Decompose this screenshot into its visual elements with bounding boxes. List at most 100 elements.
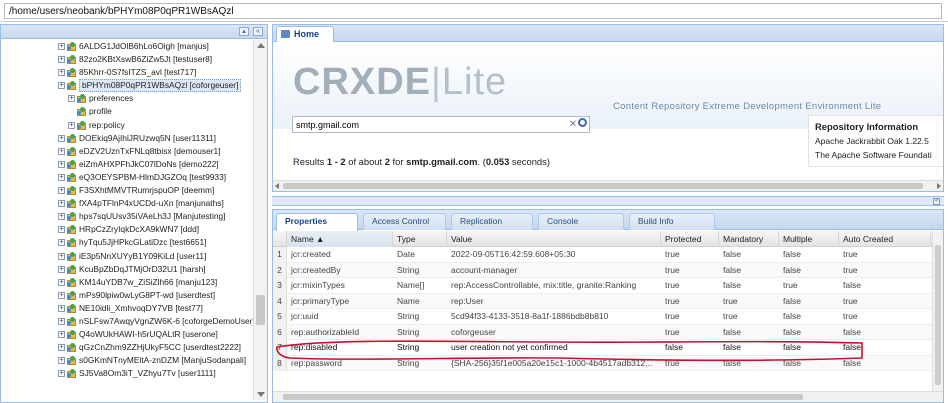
tab-home[interactable]: Home: [276, 26, 334, 42]
clear-x-icon[interactable]: ✕: [569, 119, 577, 130]
tree-node[interactable]: + nSLFsw7AwqyVgnZW6K-6 [coforgeDemoUser]: [1, 315, 253, 328]
tab-console[interactable]: Console: [538, 213, 624, 230]
expand-plus-icon[interactable]: +: [58, 278, 65, 286]
expand-plus-icon[interactable]: +: [58, 69, 65, 77]
table-row[interactable]: 4 jcr:primaryType Name rep:User true true fals…: [273, 293, 943, 309]
table-row[interactable]: 3 jcr:mixinTypes Name[] rep:AccessControlla…: [273, 278, 943, 294]
expand-plus-icon[interactable]: +: [58, 43, 65, 50]
tree-node[interactable]: + rep:policy: [1, 119, 253, 132]
tree-node[interactable]: profile: [1, 105, 253, 118]
tree-node[interactable]: + qGzCnZhm9ZZHjUkyF5CC [userdtest2222]: [1, 341, 253, 354]
tree-node[interactable]: + fXA4pTFlnP4xUCDd-uXn [manjunaths]: [1, 197, 253, 210]
column-header-name[interactable]: Name ▲: [287, 231, 393, 247]
double-chevron-left-icon[interactable]: «: [253, 27, 263, 36]
expand-plus-icon[interactable]: +: [58, 304, 65, 312]
grid-horizontal-scrollbar[interactable]: [273, 391, 943, 402]
search-icon[interactable]: [578, 118, 587, 127]
tree-node[interactable]: +82zo2KBtXswB6ZiZw5Jt [testuser8]: [1, 53, 253, 66]
tree-node[interactable]: + KM14uYDB7w_ZiSiZlh66 [manju123]: [1, 276, 253, 289]
table-row[interactable]: 5 jcr:uuid String 5cd94f33-4133-3518-8a1f-1…: [273, 309, 943, 325]
collapse-icon[interactable]: «: [933, 198, 940, 205]
property-multiple: false: [783, 249, 801, 259]
tree-node[interactable]: + eDZV2UznTxFNLq8tbisx [demouser1]: [1, 145, 253, 158]
expand-plus-icon[interactable]: +: [58, 357, 65, 365]
tree-node[interactable]: + HRpCzZryIqkDcXA9kWN7 [ddd]: [1, 223, 253, 236]
expand-plus-icon[interactable]: +: [58, 173, 65, 181]
tree-node[interactable]: + eiZmAHXPFhJkC07lDoNs [demo222]: [1, 158, 253, 171]
tree-node[interactable]: + eQ3OEYSPBM-HlmDJGZOq [test9933]: [1, 171, 253, 184]
expand-plus-icon[interactable]: +: [58, 344, 65, 352]
search-input[interactable]: [293, 117, 563, 132]
scroll-thumb[interactable]: [256, 295, 265, 325]
expand-plus-icon[interactable]: +: [58, 200, 65, 208]
tree-vertical-scrollbar[interactable]: [253, 40, 267, 400]
tab-properties[interactable]: Properties: [276, 213, 358, 231]
tab-build-info[interactable]: Build Info: [629, 213, 715, 230]
tree-node[interactable]: + Q4oWUkHAWI-h5rUQALtR [userone]: [1, 328, 253, 341]
tree-node[interactable]: +6ALDG1JdOlB6hLo6Oigh [manjus]: [1, 40, 253, 53]
user-node-icon: [67, 212, 77, 222]
table-row[interactable]: 1 jcr:created Date 2022-09-05T16:42:59.608+…: [273, 247, 943, 263]
expand-plus-icon[interactable]: +: [58, 82, 65, 90]
tree-node[interactable]: + bPHYm08P0qPR1WBsAQzl [coforgeuser]: [1, 79, 253, 93]
tree-node[interactable]: + DOEkiq9AjIhlJRUzwq5N [user11311]: [1, 132, 253, 145]
scroll-right-icon[interactable]: [937, 183, 941, 189]
path-input[interactable]: [4, 3, 942, 19]
scroll-thumb[interactable]: [283, 394, 803, 400]
expand-plus-icon[interactable]: +: [68, 95, 75, 103]
expand-plus-icon[interactable]: +: [58, 317, 65, 325]
scroll-thumb[interactable]: [283, 183, 923, 189]
expand-plus-icon[interactable]: +: [58, 160, 65, 168]
expand-plus-icon[interactable]: +: [58, 187, 65, 195]
tree-node[interactable]: + SJ5Va8Om3iT_VZhyu7Tv [user1111]: [1, 367, 253, 380]
property-auto-created: true: [843, 249, 858, 259]
tab-replication[interactable]: Replication: [451, 213, 533, 230]
tree-node[interactable]: + hps7sqUUsv35iVAeLh3J [Manjutesting]: [1, 210, 253, 223]
column-header-multiple[interactable]: Multiple: [779, 231, 839, 247]
expand-plus-icon[interactable]: +: [58, 370, 65, 378]
expand-plus-icon[interactable]: +: [58, 147, 65, 155]
tree-icon[interactable]: ▴: [239, 27, 249, 36]
column-header-auto[interactable]: Auto Created: [839, 231, 931, 247]
expand-plus-icon[interactable]: +: [58, 213, 65, 221]
scroll-left-icon[interactable]: [275, 183, 279, 189]
home-icon: [281, 30, 290, 38]
tree-node[interactable]: + s0GKmNTnyMEltA-znDZM [ManjuSodanpali]: [1, 354, 253, 367]
table-row[interactable]: 2 jcr:createdBy String account-manager true f…: [273, 262, 943, 278]
table-row[interactable]: 7 rep:disabled String user creation not yet…: [273, 340, 943, 356]
column-header-protected[interactable]: Protected: [661, 231, 719, 247]
tree-node[interactable]: + iE3p5NnXUYyB1Y09KiLd [user11]: [1, 250, 253, 263]
expand-plus-icon[interactable]: +: [68, 121, 75, 129]
expand-plus-icon[interactable]: +: [58, 252, 65, 260]
home-horizontal-scrollbar[interactable]: [273, 180, 943, 191]
expand-plus-icon[interactable]: +: [58, 331, 65, 339]
column-header-rownum[interactable]: [273, 231, 287, 247]
panel-splitter[interactable]: «: [272, 196, 944, 206]
expand-plus-icon[interactable]: +: [58, 291, 65, 299]
property-type: Name[]: [397, 280, 425, 290]
table-row[interactable]: 6 rep:authorizableId String coforgeuser true…: [273, 324, 943, 340]
tree-node[interactable]: + F3SXhtMMVTRumrjspuOP [deemm]: [1, 184, 253, 197]
tree-node[interactable]: + preferences: [1, 92, 253, 105]
tab-access-control[interactable]: Access Control: [363, 213, 446, 230]
scroll-up-icon[interactable]: [257, 43, 265, 48]
tree-node-label: F3SXhtMMVTRumrjspuOP [deemm]: [79, 185, 215, 196]
tree-node[interactable]: + mPs90lpiw0wLyG8PT-wd [userdtest]: [1, 289, 253, 302]
scroll-down-icon[interactable]: [257, 392, 265, 397]
table-row[interactable]: 8 rep:password String {SHA-256}35f1e005a20e…: [273, 355, 943, 371]
expand-plus-icon[interactable]: +: [58, 239, 65, 247]
column-header-value[interactable]: Value: [447, 231, 661, 247]
user-node-icon: [67, 159, 77, 169]
expand-plus-icon[interactable]: +: [58, 134, 65, 142]
expand-plus-icon[interactable]: +: [58, 226, 65, 234]
column-header-mandatory[interactable]: Mandatory: [719, 231, 779, 247]
tree-node[interactable]: + NE10idli_XmhvoqDY7VB [test77]: [1, 302, 253, 315]
scroll-thumb[interactable]: [935, 245, 941, 385]
expand-plus-icon[interactable]: +: [58, 265, 65, 273]
tree-node[interactable]: + KcuBpZbDqJTMjOrD32U1 [harsh]: [1, 263, 253, 276]
tree-node[interactable]: +85Khrr-0S7fsITZS_avl [test717]: [1, 66, 253, 79]
column-header-type[interactable]: Type: [393, 231, 447, 247]
grid-vertical-scrollbar[interactable]: [932, 231, 943, 391]
expand-plus-icon[interactable]: +: [58, 56, 65, 64]
tree-node[interactable]: + hyTqu5JjHPkcGLatiDzc [test6651]: [1, 236, 253, 249]
